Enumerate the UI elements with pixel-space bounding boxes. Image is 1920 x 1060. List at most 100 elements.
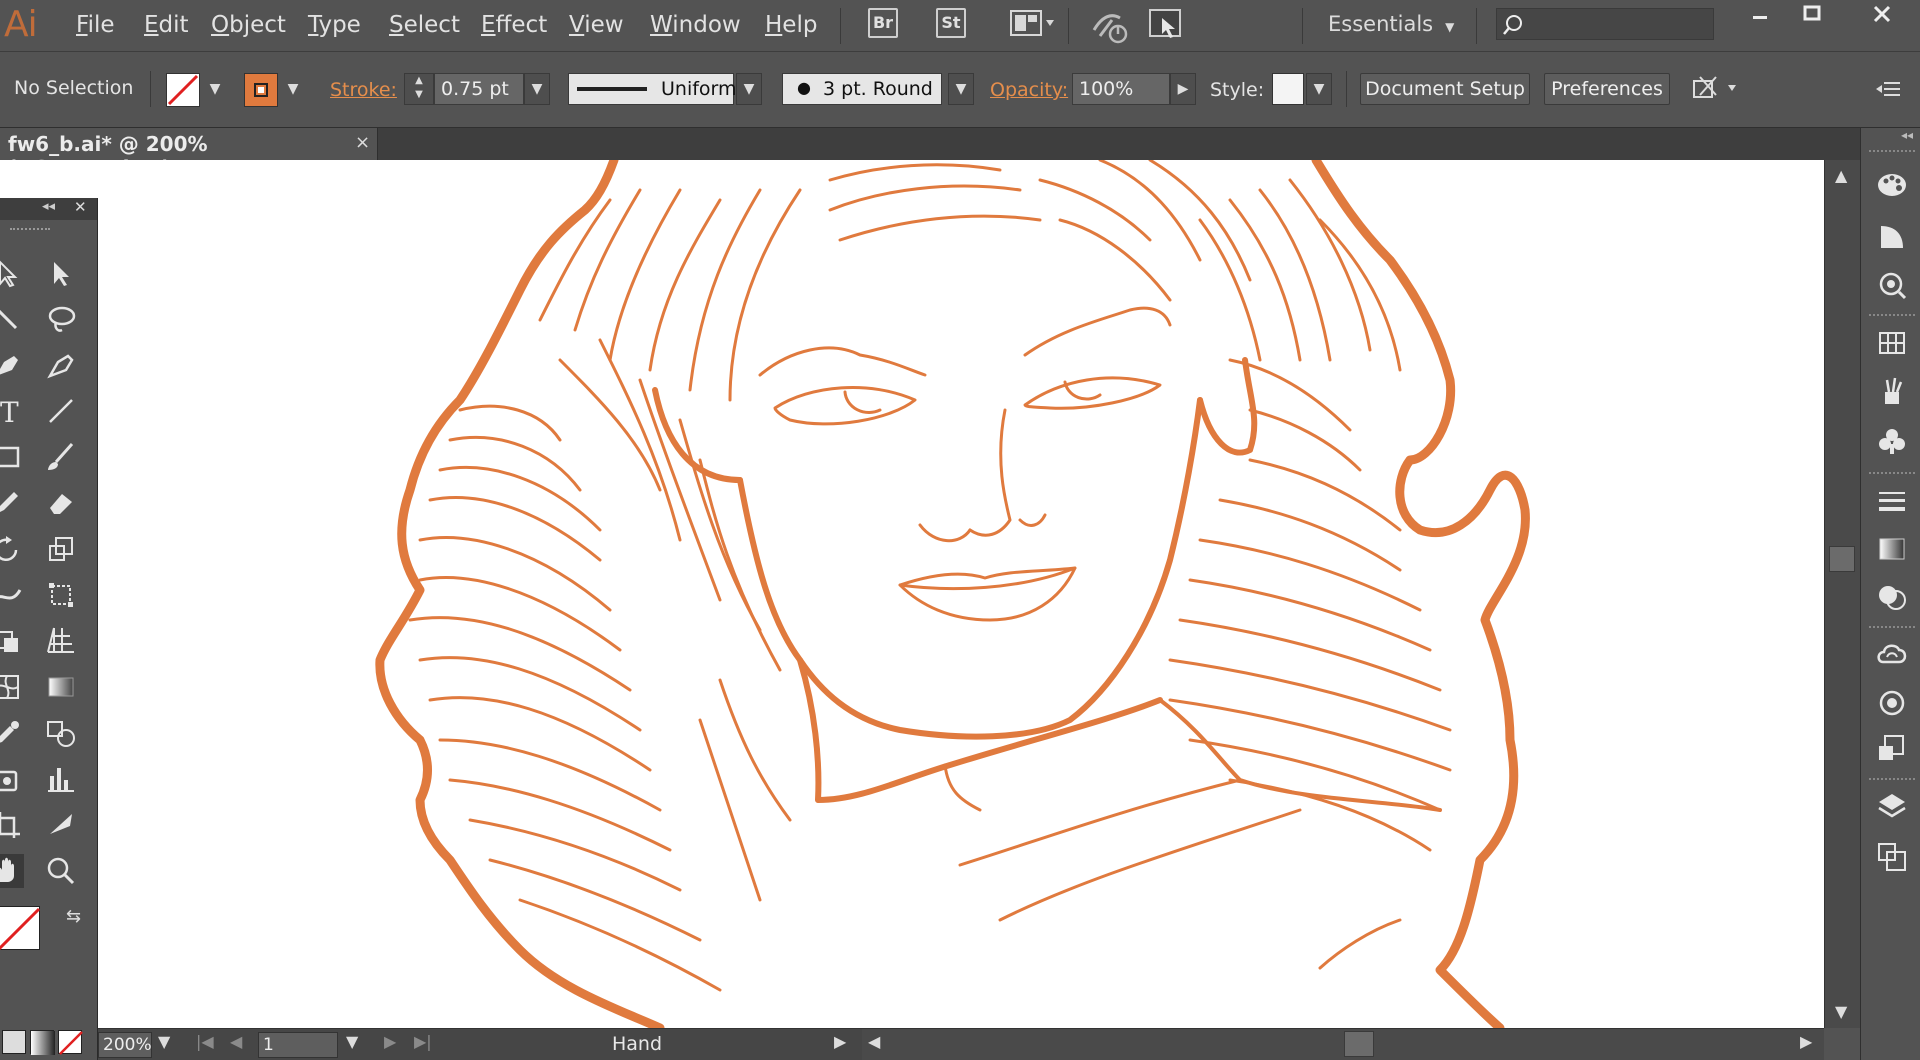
horizontal-scroll-thumb[interactable] <box>1344 1031 1374 1057</box>
close-tab-icon[interactable]: × <box>355 132 370 153</box>
opacity-slider-button[interactable]: ▶ <box>1170 73 1196 105</box>
zoom-tool-icon[interactable] <box>44 854 78 888</box>
style-dropdown[interactable]: ▼ <box>1306 73 1332 105</box>
free-transform-tool-icon[interactable] <box>44 578 78 612</box>
magic-wand-tool-icon[interactable] <box>0 302 24 336</box>
stroke-dropdown[interactable]: ▼ <box>280 74 306 106</box>
stroke-weight-stepper[interactable]: ▲ ▼ <box>404 73 434 105</box>
vertical-scrollbar[interactable]: ▲ ▼ <box>1824 160 1860 1028</box>
panel-grip[interactable] <box>10 228 50 232</box>
paintbrush-tool-icon[interactable] <box>44 440 78 474</box>
artboard-dropdown-icon[interactable]: ▼ <box>346 1032 358 1051</box>
panel-menu-icon[interactable] <box>1874 77 1904 101</box>
profile-dropdown[interactable]: ▼ <box>736 73 762 105</box>
stroke-label[interactable]: Stroke: <box>330 79 397 101</box>
gpu-performance-icon[interactable] <box>1090 6 1130 44</box>
swap-fill-stroke-icon[interactable]: ⇆ <box>66 906 81 927</box>
color-mode-icon[interactable] <box>2 1030 26 1054</box>
lasso-tool-icon[interactable] <box>44 302 78 336</box>
menu-type[interactable]: Type <box>308 12 361 38</box>
close-button[interactable] <box>1856 0 1908 32</box>
pen-tool-icon[interactable] <box>0 348 24 382</box>
artboard-canvas[interactable] <box>0 160 1824 1028</box>
none-mode-icon[interactable] <box>58 1030 83 1055</box>
menu-help[interactable]: Help <box>765 12 817 38</box>
color-panel-icon[interactable] <box>1875 168 1909 202</box>
zoom-dropdown-icon[interactable]: ▼ <box>158 1032 170 1051</box>
color-guide-icon[interactable] <box>1875 220 1909 254</box>
graphic-style-swatch[interactable] <box>1272 73 1304 105</box>
eyedropper-tool-icon[interactable] <box>0 716 24 750</box>
document-setup-button[interactable]: Document Setup <box>1360 73 1530 105</box>
menu-file[interactable]: File <box>76 12 115 38</box>
scroll-up-icon[interactable]: ▲ <box>1835 166 1847 185</box>
stock-button[interactable]: St <box>936 8 966 38</box>
next-artboard-icon[interactable]: ▶ <box>384 1032 396 1051</box>
zoom-input[interactable]: 200% <box>98 1032 152 1058</box>
artboard-number-input[interactable]: 1 <box>258 1032 338 1058</box>
variable-width-profile[interactable]: Uniform <box>568 73 737 105</box>
gradient-mode-icon[interactable] <box>30 1030 55 1055</box>
fill-dropdown[interactable]: ▼ <box>202 74 228 106</box>
scale-tool-icon[interactable] <box>44 532 78 566</box>
arrange-documents-icon[interactable] <box>1010 9 1056 39</box>
appearance-panel-icon[interactable] <box>1875 686 1909 720</box>
brush-dropdown[interactable]: ▼ <box>948 73 974 105</box>
bridge-button[interactable]: Br <box>868 8 898 38</box>
rotate-tool-icon[interactable] <box>0 532 24 566</box>
stroke-panel-icon[interactable] <box>1875 484 1909 518</box>
blend-tool-icon[interactable] <box>44 716 78 750</box>
direct-selection-tool-icon[interactable] <box>44 256 78 290</box>
asset-export-icon[interactable] <box>1875 732 1909 766</box>
shape-builder-tool-icon[interactable] <box>0 624 24 658</box>
width-tool-icon[interactable] <box>0 578 24 612</box>
eraser-tool-icon[interactable] <box>44 486 78 520</box>
rectangle-tool-icon[interactable] <box>0 440 24 474</box>
artboards-panel-icon[interactable] <box>1875 840 1909 874</box>
mesh-tool-icon[interactable] <box>0 670 24 704</box>
menu-select[interactable]: Select <box>389 12 460 38</box>
workspace-switcher[interactable]: Essentials ▼ <box>1328 12 1454 36</box>
cc-libraries-icon[interactable] <box>1875 638 1909 672</box>
slice-tool-icon[interactable] <box>44 808 78 842</box>
opacity-input[interactable]: 100% <box>1072 73 1170 105</box>
hand-tool-icon[interactable] <box>0 854 24 888</box>
brushes-panel-icon[interactable] <box>1875 374 1909 408</box>
menu-edit[interactable]: Edit <box>144 12 189 38</box>
symbols-panel-icon[interactable] <box>1875 424 1909 458</box>
scroll-down-icon[interactable]: ▼ <box>1835 1002 1847 1021</box>
status-menu-icon[interactable]: ▶ <box>834 1032 846 1051</box>
transform-again-icon[interactable] <box>1690 73 1740 105</box>
vertical-scroll-thumb[interactable] <box>1829 546 1855 572</box>
pencil-tool-icon[interactable] <box>0 486 24 520</box>
perspective-grid-tool-icon[interactable] <box>44 624 78 658</box>
fill-color-icon[interactable] <box>0 906 41 951</box>
artboard-tool-icon[interactable] <box>0 808 24 842</box>
menu-view[interactable]: View <box>569 12 624 38</box>
stroke-weight-input[interactable]: 0.75 pt <box>434 73 524 105</box>
search-input[interactable] <box>1496 8 1714 40</box>
selection-tool-icon[interactable] <box>0 256 24 290</box>
preferences-button[interactable]: Preferences <box>1544 73 1670 105</box>
menu-window[interactable]: Window <box>650 12 741 38</box>
gpu-preview-icon[interactable] <box>1148 8 1184 42</box>
brush-definition[interactable]: ● 3 pt. Round <box>782 73 942 105</box>
prev-artboard-icon[interactable]: ◀ <box>230 1032 242 1051</box>
line-tool-icon[interactable] <box>44 394 78 428</box>
fill-none-swatch-icon[interactable] <box>166 73 200 107</box>
last-artboard-icon[interactable]: ▶| <box>414 1032 432 1051</box>
minimize-button[interactable] <box>1734 0 1786 32</box>
column-graph-tool-icon[interactable] <box>44 762 78 796</box>
horizontal-scrollbar[interactable]: ◀ ▶ <box>862 1029 1824 1060</box>
gradient-panel-icon[interactable] <box>1875 532 1909 566</box>
type-tool-icon[interactable]: T <box>0 394 24 429</box>
curvature-tool-icon[interactable] <box>44 348 78 382</box>
layers-panel-icon[interactable] <box>1875 790 1909 824</box>
gradient-tool-icon[interactable] <box>44 670 78 704</box>
stroke-swatch-icon[interactable] <box>244 73 278 107</box>
opacity-label[interactable]: Opacity: <box>990 79 1068 101</box>
close-panel-icon[interactable]: ✕ <box>74 198 87 216</box>
stroke-weight-dropdown[interactable]: ▼ <box>524 73 550 105</box>
maximize-button[interactable] <box>1786 0 1838 32</box>
recolor-icon[interactable] <box>1875 268 1909 302</box>
